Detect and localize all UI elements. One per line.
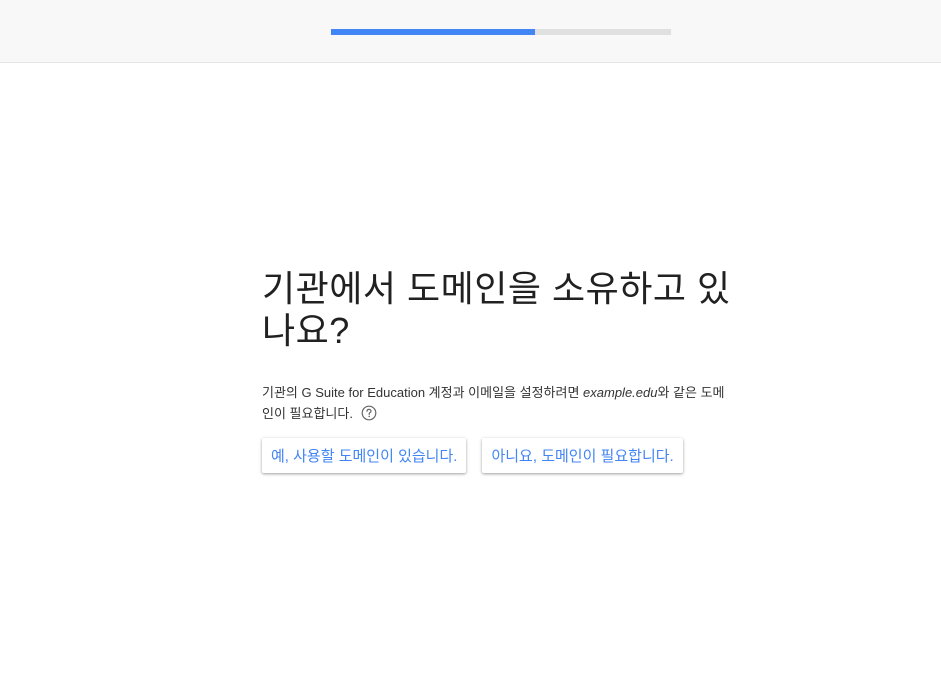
description-example-domain: example.edu bbox=[583, 385, 658, 400]
progress-bar bbox=[331, 29, 671, 35]
help-circle-icon[interactable] bbox=[361, 405, 377, 421]
no-need-domain-button[interactable]: 아니요, 도메인이 필요합니다. bbox=[482, 438, 683, 473]
main-content: 기관에서 도메인을 소유하고 있나요? 기관의 G Suite for Educ… bbox=[262, 268, 734, 473]
choice-buttons: 예, 사용할 도메인이 있습니다. 아니요, 도메인이 필요합니다. bbox=[262, 438, 734, 473]
progress-bar-fill bbox=[331, 29, 535, 35]
page-description: 기관의 G Suite for Education 계정과 이메일을 설정하려면… bbox=[262, 382, 734, 424]
top-bar bbox=[0, 0, 941, 63]
page-title: 기관에서 도메인을 소유하고 있나요? bbox=[262, 268, 731, 351]
description-text-start: 기관의 G Suite for Education 계정과 이메일을 설정하려면 bbox=[262, 385, 584, 400]
yes-have-domain-button[interactable]: 예, 사용할 도메인이 있습니다. bbox=[262, 438, 467, 473]
